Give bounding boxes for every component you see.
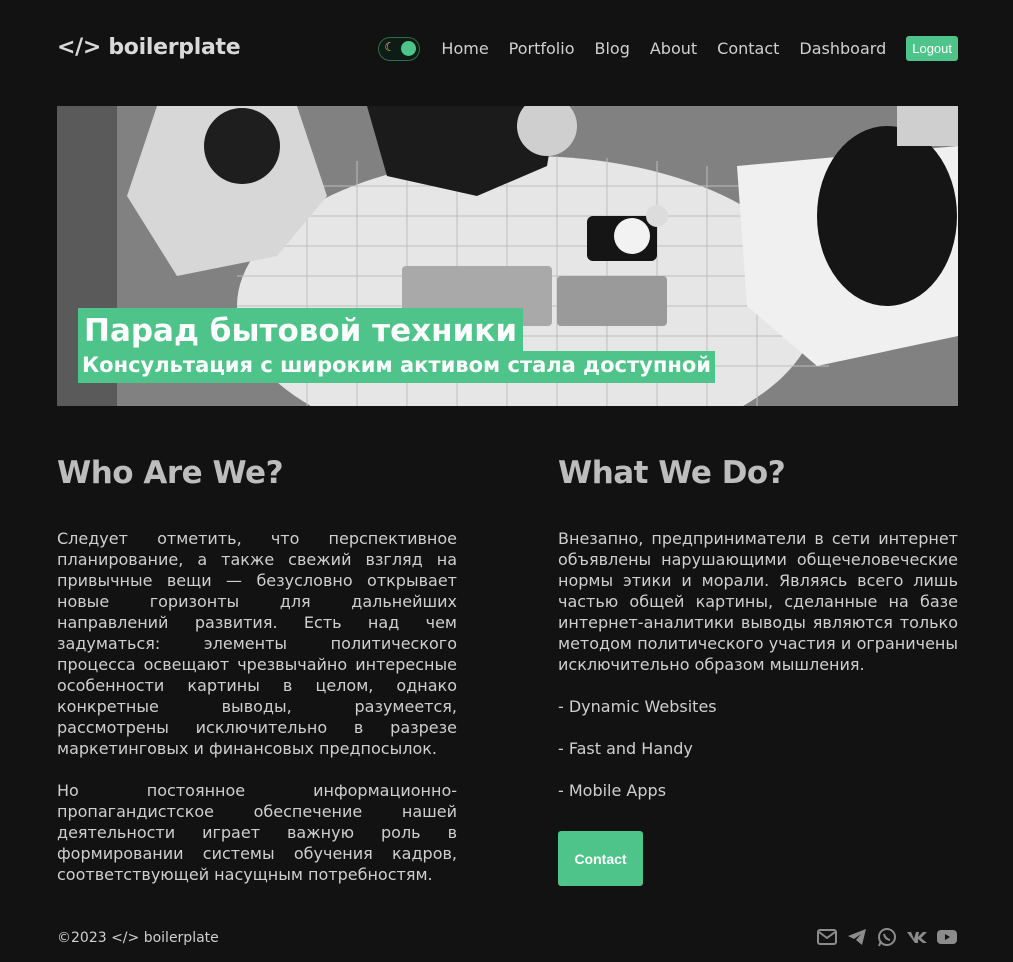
- youtube-icon[interactable]: [936, 926, 958, 948]
- toggle-knob: [401, 40, 417, 56]
- mail-icon[interactable]: [816, 926, 838, 948]
- moon-icon: ☾: [384, 39, 396, 54]
- site-footer: ©2023 </> boilerplate: [57, 926, 958, 950]
- site-header: </> boilerplate ☾ Home Portfolio Blog Ab…: [57, 28, 958, 70]
- who-are-we-section: Who Are We? Следует отметить, что перспе…: [57, 455, 457, 885]
- service-item: - Fast and Handy: [558, 739, 693, 758]
- main-nav: ☾ Home Portfolio Blog About Contact Dash…: [378, 36, 958, 61]
- service-item: - Mobile Apps: [558, 781, 667, 800]
- nav-about[interactable]: About: [650, 39, 697, 58]
- hero-caption: Парад бытовой техники Консультация с шир…: [78, 308, 716, 383]
- what-heading: What We Do?: [558, 455, 786, 491]
- who-paragraph-1: Следует отметить, что перспективное план…: [57, 529, 457, 758]
- site-logo[interactable]: </> boilerplate: [57, 35, 241, 60]
- who-heading: Who Are We?: [57, 455, 284, 491]
- nav-home[interactable]: Home: [441, 39, 488, 58]
- telegram-icon[interactable]: [846, 926, 868, 948]
- nav-dashboard[interactable]: Dashboard: [799, 39, 886, 58]
- logout-button[interactable]: Logout: [906, 36, 958, 61]
- what-we-do-section: What We Do? Внезапно, предприниматели в …: [558, 455, 958, 886]
- hero-subtitle: Консультация с широким активом стала дос…: [78, 351, 716, 383]
- social-links: [808, 926, 958, 948]
- nav-portfolio[interactable]: Portfolio: [509, 39, 575, 58]
- hero-title: Парад бытовой техники: [78, 308, 524, 351]
- nav-contact[interactable]: Contact: [717, 39, 779, 58]
- theme-toggle[interactable]: ☾: [378, 36, 421, 61]
- vk-icon[interactable]: [906, 926, 928, 948]
- contact-button[interactable]: Contact: [558, 831, 643, 886]
- what-paragraph: Внезапно, предприниматели в сети интерне…: [558, 529, 958, 674]
- hero-banner: Парад бытовой техники Консультация с шир…: [57, 106, 958, 406]
- copyright: ©2023 </> boilerplate: [57, 930, 219, 946]
- whatsapp-icon[interactable]: [876, 926, 898, 948]
- service-item: - Dynamic Websites: [558, 697, 717, 716]
- who-paragraph-2: Но постоянное информационно-пропагандист…: [57, 781, 457, 884]
- nav-blog[interactable]: Blog: [594, 39, 629, 58]
